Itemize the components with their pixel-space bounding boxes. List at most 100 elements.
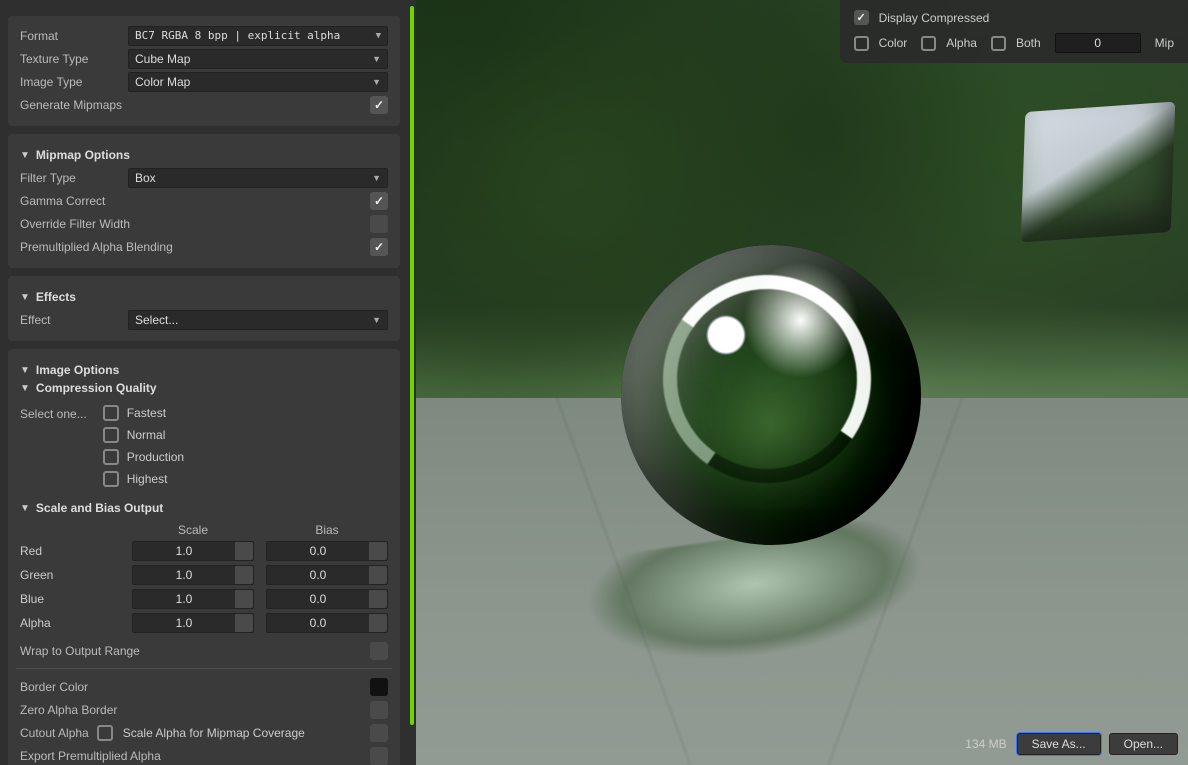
stepper-nub[interactable] bbox=[235, 566, 253, 584]
stepper-nub[interactable] bbox=[369, 566, 387, 584]
zero-alpha-border-label: Zero Alpha Border bbox=[20, 703, 117, 717]
premult-alpha-blending-label: Premultiplied Alpha Blending bbox=[20, 240, 173, 254]
sb-green-bias-input[interactable]: 0.0 bbox=[266, 565, 388, 585]
premult-alpha-blending-checkbox[interactable] bbox=[370, 238, 388, 256]
channel-alpha-label: Alpha bbox=[946, 36, 977, 50]
triangle-down-icon: ▼ bbox=[20, 150, 30, 161]
compression-option-fastest[interactable]: Fastest bbox=[103, 405, 184, 421]
image-type-label: Image Type bbox=[20, 75, 120, 89]
stepper-nub[interactable] bbox=[369, 542, 387, 560]
mip-level-input[interactable]: 0 bbox=[1055, 33, 1141, 53]
channel-both-checkbox[interactable] bbox=[991, 36, 1006, 51]
image-type-dropdown[interactable]: Color Map ▼ bbox=[128, 72, 388, 92]
radio-icon bbox=[103, 449, 119, 465]
viewport-footer: 134 MB Save As... Open... bbox=[965, 733, 1178, 755]
effect-value: Select... bbox=[135, 313, 178, 327]
display-compressed-checkbox[interactable] bbox=[854, 10, 869, 25]
effects-block: ▼ Effects Effect Select... ▼ bbox=[8, 276, 400, 341]
mipmap-options-block: ▼ Mipmap Options Filter Type Box ▼ Gamma… bbox=[8, 134, 400, 268]
triangle-down-icon: ▼ bbox=[20, 365, 30, 376]
gamma-correct-checkbox[interactable] bbox=[370, 192, 388, 210]
stepper-nub[interactable] bbox=[369, 590, 387, 608]
stepper-nub[interactable] bbox=[235, 542, 253, 560]
scale-bias-section-header[interactable]: ▼ Scale and Bias Output bbox=[20, 495, 388, 519]
sb-blue-label: Blue bbox=[20, 592, 120, 606]
chevron-down-icon: ▼ bbox=[376, 31, 381, 41]
export-premult-alpha-checkbox[interactable] bbox=[370, 747, 388, 765]
stepper-nub[interactable] bbox=[369, 614, 387, 632]
image-options-section-header[interactable]: ▼ Image Options bbox=[20, 357, 388, 381]
bias-header: Bias bbox=[266, 523, 388, 537]
triangle-down-icon: ▼ bbox=[20, 503, 30, 514]
wrap-output-label: Wrap to Output Range bbox=[20, 644, 140, 658]
divider bbox=[16, 668, 392, 669]
sb-alpha-scale-input[interactable]: 1.0 bbox=[132, 613, 254, 633]
effect-dropdown[interactable]: Select... ▼ bbox=[128, 310, 388, 330]
image-options-block: ▼ Image Options ▼ Compression Quality Se… bbox=[8, 349, 400, 765]
sb-alpha-label: Alpha bbox=[20, 616, 120, 630]
display-compressed-label: Display Compressed bbox=[879, 11, 990, 25]
texture-type-dropdown[interactable]: Cube Map ▼ bbox=[128, 49, 388, 69]
mipmap-section-title: Mipmap Options bbox=[36, 148, 130, 162]
open-button[interactable]: Open... bbox=[1109, 733, 1178, 755]
filter-type-value: Box bbox=[135, 171, 156, 185]
texture-type-label: Texture Type bbox=[20, 52, 120, 66]
format-dropdown[interactable]: BC7 RGBA 8 bpp | explicit alpha ▼ bbox=[128, 26, 388, 46]
preview-viewport[interactable]: Display Compressed Color Alpha Both 0 bbox=[416, 0, 1188, 765]
cutout-alpha-checkbox[interactable] bbox=[97, 725, 113, 741]
compression-section-header[interactable]: ▼ Compression Quality bbox=[20, 381, 388, 399]
border-color-label: Border Color bbox=[20, 680, 88, 694]
sb-alpha-bias-input[interactable]: 0.0 bbox=[266, 613, 388, 633]
scale-header: Scale bbox=[132, 523, 254, 537]
generate-mipmaps-checkbox[interactable] bbox=[370, 96, 388, 114]
radio-icon bbox=[103, 427, 119, 443]
zero-alpha-border-checkbox[interactable] bbox=[370, 701, 388, 719]
sb-red-label: Red bbox=[20, 544, 120, 558]
override-filter-width-label: Override Filter Width bbox=[20, 217, 130, 231]
effects-section-title: Effects bbox=[36, 290, 76, 304]
channel-color-checkbox[interactable] bbox=[854, 36, 869, 51]
export-premult-alpha-label: Export Premultiplied Alpha bbox=[20, 749, 161, 763]
radio-label: Highest bbox=[127, 472, 168, 486]
compression-option-normal[interactable]: Normal bbox=[103, 427, 184, 443]
stepper-nub[interactable] bbox=[235, 614, 253, 632]
chevron-down-icon: ▼ bbox=[372, 173, 381, 183]
filter-type-dropdown[interactable]: Box ▼ bbox=[128, 168, 388, 188]
wrap-output-checkbox[interactable] bbox=[370, 642, 388, 660]
compression-section-title: Compression Quality bbox=[36, 381, 157, 395]
compression-option-highest[interactable]: Highest bbox=[103, 471, 184, 487]
save-as-button[interactable]: Save As... bbox=[1017, 733, 1101, 755]
triangle-down-icon: ▼ bbox=[20, 292, 30, 303]
scale-bias-section-title: Scale and Bias Output bbox=[36, 501, 163, 515]
sb-green-label: Green bbox=[20, 568, 120, 582]
texture-basics-block: Format BC7 RGBA 8 bpp | explicit alpha ▼… bbox=[8, 16, 400, 126]
effect-label: Effect bbox=[20, 313, 120, 327]
border-color-swatch[interactable] bbox=[370, 678, 388, 696]
mip-label: Mip bbox=[1155, 36, 1174, 50]
properties-panel[interactable]: Format BC7 RGBA 8 bpp | explicit alpha ▼… bbox=[0, 0, 408, 765]
preview-sphere bbox=[621, 245, 921, 545]
image-type-value: Color Map bbox=[135, 75, 190, 89]
radio-label: Fastest bbox=[127, 406, 166, 420]
channel-both-label: Both bbox=[1016, 36, 1041, 50]
sb-red-bias-input[interactable]: 0.0 bbox=[266, 541, 388, 561]
override-filter-width-checkbox[interactable] bbox=[370, 215, 388, 233]
chevron-down-icon: ▼ bbox=[372, 315, 381, 325]
compression-option-production[interactable]: Production bbox=[103, 449, 184, 465]
mipmap-section-header[interactable]: ▼ Mipmap Options bbox=[20, 142, 388, 166]
generate-mipmaps-label: Generate Mipmaps bbox=[20, 98, 122, 112]
chevron-down-icon: ▼ bbox=[372, 54, 381, 64]
sb-blue-bias-input[interactable]: 0.0 bbox=[266, 589, 388, 609]
format-value: BC7 RGBA 8 bpp | explicit alpha bbox=[135, 29, 340, 42]
sb-red-scale-input[interactable]: 1.0 bbox=[132, 541, 254, 561]
channel-alpha-checkbox[interactable] bbox=[921, 36, 936, 51]
sb-green-scale-input[interactable]: 1.0 bbox=[132, 565, 254, 585]
stepper-nub[interactable] bbox=[235, 590, 253, 608]
triangle-down-icon: ▼ bbox=[20, 383, 30, 394]
scale-alpha-coverage-checkbox[interactable] bbox=[370, 724, 388, 742]
effects-section-header[interactable]: ▼ Effects bbox=[20, 284, 388, 308]
panel-splitter[interactable] bbox=[408, 0, 416, 765]
image-options-section-title: Image Options bbox=[36, 363, 119, 377]
sb-blue-scale-input[interactable]: 1.0 bbox=[132, 589, 254, 609]
preview-cube bbox=[1020, 102, 1174, 243]
